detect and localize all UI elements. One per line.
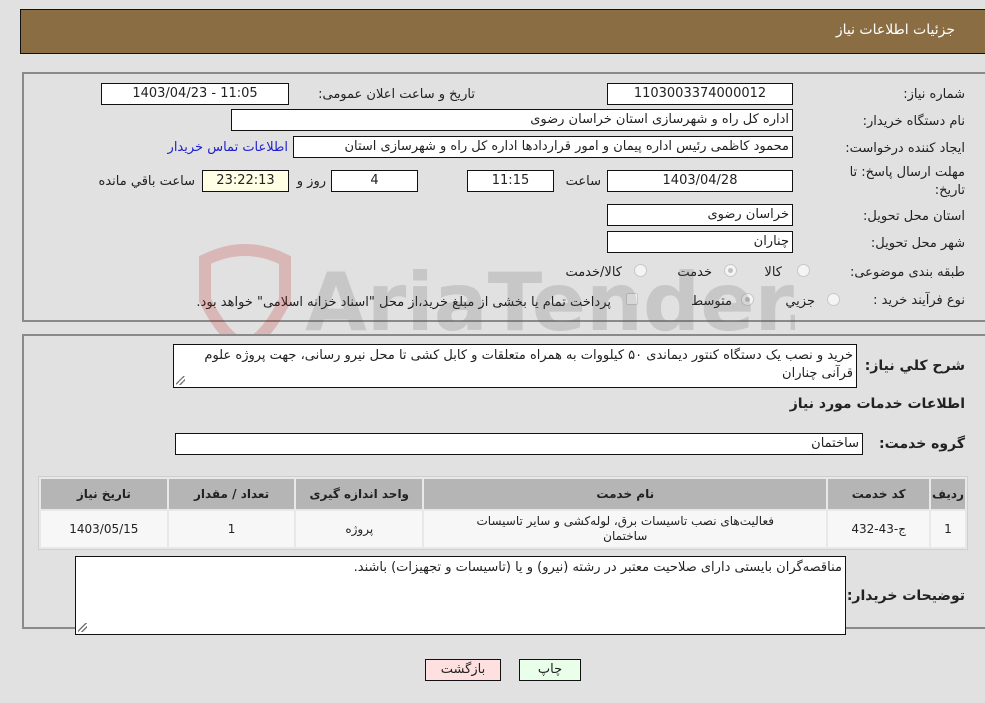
cell-unit: پروژه	[296, 511, 423, 547]
buyer-org-field: اداره کل راه و شهرسازی استان خراسان رضوی	[231, 109, 793, 131]
services-table: ردیف کد خدمت نام خدمت واحد اندازه گیری ت…	[38, 476, 968, 550]
province-label: استان محل تحویل:	[863, 209, 965, 224]
process-label: نوع فرآیند خرید :	[873, 293, 965, 308]
need-number-label: شماره نیاز:	[903, 87, 965, 102]
announce-label: تاریخ و ساعت اعلان عمومی:	[318, 87, 475, 102]
col-header-unit: واحد اندازه گیری	[296, 479, 423, 509]
page-header: جزئیات اطلاعات نیاز	[20, 9, 985, 54]
cell-need-date: 1403/05/15	[41, 511, 167, 547]
process-radio-minor[interactable]	[827, 293, 840, 306]
buyer-notes-textarea[interactable]: مناقصه‌گران بایستی دارای صلاحیت معتبر در…	[75, 556, 846, 635]
announce-datetime-field: 1403/04/23 - 11:05	[101, 83, 289, 105]
page-title: جزئیات اطلاعات نیاز	[835, 22, 955, 38]
print-button[interactable]: چاپ	[519, 659, 581, 681]
remaining-time-label: ساعت باقي مانده	[98, 174, 195, 189]
cell-quantity: 1	[168, 511, 295, 547]
province-field: خراسان رضوی	[607, 204, 793, 226]
deadline-date-field: 1403/04/28	[607, 170, 793, 192]
days-remaining-field: 4	[331, 170, 418, 192]
process-radio-medium[interactable]	[741, 293, 754, 306]
process-option-medium: متوسط	[691, 294, 732, 309]
deadline-label-line2: تاریخ:	[934, 183, 965, 198]
col-header-service-code: کد خدمت	[828, 479, 929, 509]
buyer-notes-label: توضیحات خریدار:	[846, 588, 965, 604]
category-radio-goods[interactable]	[797, 264, 810, 277]
col-header-quantity: تعداد / مقدار	[168, 479, 295, 509]
deadline-label-line1: مهلت ارسال پاسخ: تا	[849, 165, 965, 180]
buyer-contact-link[interactable]: اطلاعات تماس خریدار	[168, 140, 288, 155]
col-header-row-number: ردیف	[930, 479, 965, 509]
description-label: شرح كلي نياز:	[864, 358, 965, 374]
category-option-goods-service: کالا/خدمت	[565, 265, 622, 280]
table-row: 1 ج-43-432 فعالیت‌های نصب تاسیسات برق، ل…	[41, 511, 965, 547]
treasury-checkbox-label: پرداخت تمام یا بخشی از مبلغ خرید،از محل …	[196, 295, 611, 310]
city-label: شهر محل تحویل:	[870, 236, 965, 251]
resize-grip-icon[interactable]	[176, 376, 185, 385]
back-button[interactable]: بازگشت	[425, 659, 501, 681]
creator-label: ایجاد کننده درخواست:	[845, 141, 965, 156]
city-field: چناران	[607, 231, 793, 253]
category-radio-service[interactable]	[724, 264, 737, 277]
deadline-time-field: 11:15	[467, 170, 554, 192]
col-header-need-date: تاریخ نیاز	[41, 479, 167, 509]
description-text: خرید و نصب یک دستگاه کنتور دیماندی ۵۰ کی…	[204, 348, 853, 381]
need-number-field: 1103003374000012	[607, 83, 793, 105]
service-group-label: گروه خدمت:	[879, 436, 965, 452]
deadline-time-label: ساعت	[565, 174, 601, 189]
cell-service-code: ج-43-432	[828, 511, 929, 547]
buyer-notes-text: مناقصه‌گران بایستی دارای صلاحیت معتبر در…	[353, 560, 842, 575]
category-option-goods: کالا	[764, 265, 782, 280]
buyer-org-label: نام دستگاه خریدار:	[862, 114, 965, 129]
category-radio-goods-service[interactable]	[634, 264, 647, 277]
days-label: روز و	[296, 174, 326, 189]
col-header-service-name: نام خدمت	[424, 479, 827, 509]
description-textarea[interactable]: خرید و نصب یک دستگاه کنتور دیماندی ۵۰ کی…	[173, 344, 857, 388]
category-label: طبقه بندی موضوعی:	[849, 265, 965, 280]
treasury-checkbox[interactable]	[626, 293, 638, 305]
service-group-field: ساختمان	[175, 433, 863, 455]
process-option-minor: جزيي	[785, 294, 815, 309]
resize-grip-icon[interactable]	[78, 623, 87, 632]
table-header-row: ردیف کد خدمت نام خدمت واحد اندازه گیری ت…	[41, 479, 965, 509]
cell-row-number: 1	[930, 511, 965, 547]
services-heading: اطلاعات خدمات مورد نیاز	[789, 396, 965, 412]
category-option-service: خدمت	[677, 265, 712, 280]
cell-service-name: فعالیت‌های نصب تاسیسات برق، لوله‌کشی و س…	[424, 511, 827, 547]
creator-field: محمود کاظمی رئیس اداره پیمان و امور قرار…	[293, 136, 793, 158]
remaining-time-field: 23:22:13	[202, 170, 289, 192]
